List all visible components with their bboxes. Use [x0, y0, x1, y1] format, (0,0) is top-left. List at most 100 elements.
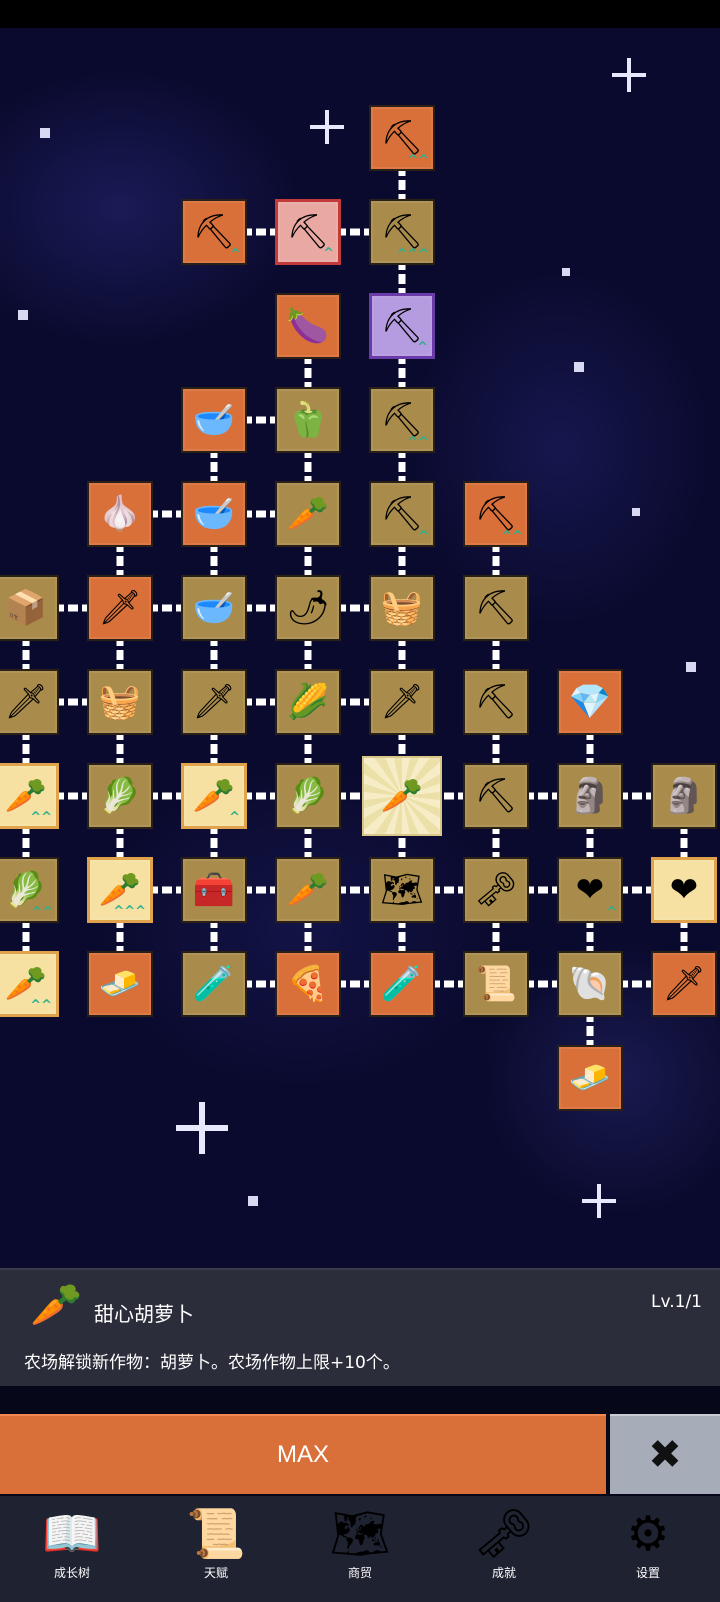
- skill-node[interactable]: ⛏ ^^^: [369, 199, 435, 265]
- skill-node[interactable]: ⛏ ^: [369, 481, 435, 547]
- skill-node[interactable]: 🥕: [362, 756, 442, 836]
- skill-node[interactable]: 🥬: [87, 763, 153, 829]
- skill-node[interactable]: 🥣: [181, 575, 247, 641]
- carrot-icon: 🥕: [192, 776, 236, 816]
- crate-icon: 📦: [4, 588, 48, 628]
- upgrade-marker: ^: [230, 247, 241, 262]
- carrot-icon: 🥕: [380, 776, 424, 816]
- skill-node[interactable]: 🧪: [369, 951, 435, 1017]
- skill-node[interactable]: ⛏ ^: [369, 293, 435, 359]
- skill-name: 甜心胡萝卜: [94, 1302, 194, 1326]
- statue-icon: 🗿: [568, 776, 612, 816]
- skill-node[interactable]: ⛏ ^^: [369, 387, 435, 453]
- skill-node[interactable]: 🗿: [557, 763, 623, 829]
- potion-icon: 🧪: [192, 964, 236, 1004]
- heart-icon: ❤: [669, 870, 699, 910]
- skill-node[interactable]: ⛏ ^: [181, 199, 247, 265]
- scroll-icon: 📜: [186, 1506, 246, 1562]
- treasure-chest-icon: 🧰: [192, 870, 236, 910]
- skill-node[interactable]: 🫑: [275, 387, 341, 453]
- skill-node[interactable]: 🗿: [651, 763, 717, 829]
- skill-node[interactable]: 📜: [463, 951, 529, 1017]
- map-icon: 🗺: [380, 870, 424, 910]
- status-bar: [0, 0, 720, 28]
- bowl-icon: 🥣: [192, 588, 236, 628]
- max-button[interactable]: MAX: [0, 1414, 606, 1494]
- skill-node[interactable]: ⛏: [463, 575, 529, 641]
- key-icon: 🗝: [474, 870, 518, 910]
- carrot-icon: 🥕: [4, 964, 48, 1004]
- skill-node[interactable]: 🥕 ^^: [0, 951, 59, 1017]
- skill-node[interactable]: 🧺: [369, 575, 435, 641]
- nav-achievements[interactable]: 🗝 成就: [432, 1496, 576, 1602]
- skill-node[interactable]: ⛏ ^^: [369, 105, 435, 171]
- skill-node[interactable]: 🥕: [275, 481, 341, 547]
- skill-node[interactable]: 🧺: [87, 669, 153, 735]
- skill-node[interactable]: ❤: [651, 857, 717, 923]
- skill-node[interactable]: 🧄: [87, 481, 153, 547]
- carrot-icon: 🥕: [30, 1280, 83, 1329]
- skill-node[interactable]: 🗺: [369, 857, 435, 923]
- skill-node[interactable]: ⛏: [463, 669, 529, 735]
- skill-node[interactable]: 🍕: [275, 951, 341, 1017]
- skill-node[interactable]: ⛏: [463, 763, 529, 829]
- skill-node[interactable]: ⛏ ^^: [463, 481, 529, 547]
- cabbage-icon: 🥬: [4, 870, 48, 910]
- skill-node[interactable]: 🗡: [181, 669, 247, 735]
- map-icon: 🗺: [329, 1506, 391, 1562]
- skill-node[interactable]: 🗡: [369, 669, 435, 735]
- skill-node[interactable]: 🥕 ^: [181, 763, 247, 829]
- close-button[interactable]: ✖: [610, 1414, 720, 1494]
- skill-tree-area[interactable]: ⛏ ^^ ⛏ ^ ⛏ ^ ⛏ ^^^ 🍆 ⛏ ^ 🥣 🫑 ⛏ ^^ 🧄 🥣 🥕 ⛏ ^ ⛏ ^^ 📦 🗡 🥣 🌶 🧺 ⛏ 🗡 🧺 🗡 🌽 🗡 ⛏ 💎…: [0, 28, 720, 1268]
- skill-node[interactable]: 🥬 ^^: [0, 857, 59, 923]
- skill-node[interactable]: 🥬: [275, 763, 341, 829]
- heart-icon: ❤: [575, 870, 605, 910]
- nav-settings[interactable]: ⚙ 设置: [576, 1496, 720, 1602]
- skill-node[interactable]: 🐚: [557, 951, 623, 1017]
- pizza-icon: 🍕: [286, 964, 330, 1004]
- skill-node[interactable]: 🧪: [181, 951, 247, 1017]
- skill-node[interactable]: 🗝: [463, 857, 529, 923]
- parsnip-icon: 🥕: [286, 870, 330, 910]
- shovel-icon: ⛏: [380, 306, 424, 346]
- bowl-icon: 🥣: [192, 494, 236, 534]
- nav-growth-tree[interactable]: 📖 成长树: [0, 1496, 144, 1602]
- upgrade-marker: ^^: [31, 905, 53, 920]
- skill-node[interactable]: ❤ ^: [557, 857, 623, 923]
- skill-node[interactable]: 🗡: [87, 575, 153, 641]
- skill-node[interactable]: 🍆: [275, 293, 341, 359]
- upgrade-marker: ^^: [30, 810, 52, 825]
- skill-node[interactable]: 🥕 ^^^: [87, 857, 153, 923]
- skill-info-panel: 🥕 甜心胡萝卜 Lv.1/1 农场解锁新作物：胡萝卜。农场作物上限+10个。: [0, 1268, 720, 1386]
- skill-node[interactable]: 🥣: [181, 387, 247, 453]
- radish-icon: 🥕: [286, 494, 330, 534]
- upgrade-marker: ^: [606, 905, 617, 920]
- skill-node[interactable]: ⛏ ^: [275, 199, 341, 265]
- skill-node[interactable]: 📦: [0, 575, 59, 641]
- skill-node[interactable]: 🧰: [181, 857, 247, 923]
- skill-node[interactable]: 🗡: [651, 951, 717, 1017]
- skill-node[interactable]: 🥣: [181, 481, 247, 547]
- skill-node[interactable]: 🌽: [275, 669, 341, 735]
- chest-icon: 🧺: [380, 588, 424, 628]
- chili-icon: 🌶: [286, 588, 330, 628]
- skill-node[interactable]: 🧈: [87, 951, 153, 1017]
- cabbage-icon: 🥬: [286, 776, 330, 816]
- sword-icon: 🗡: [192, 682, 236, 722]
- upgrade-marker: ^^^: [113, 904, 146, 919]
- sword-icon: 🗡: [98, 588, 142, 628]
- skill-node[interactable]: 🗡: [0, 669, 59, 735]
- nav-label: 成就: [491, 1566, 516, 1580]
- dagger-icon: 🗡: [380, 682, 424, 722]
- pickaxe-icon: ⛏: [474, 588, 518, 628]
- skill-node[interactable]: 🧈: [557, 1045, 623, 1111]
- skill-node[interactable]: 🌶: [275, 575, 341, 641]
- nav-talent[interactable]: 📜 天赋: [144, 1496, 288, 1602]
- skill-node[interactable]: 🥕: [275, 857, 341, 923]
- shovel-icon: ⛏: [380, 118, 424, 158]
- skill-node[interactable]: 💎: [557, 669, 623, 735]
- fossil-icon: 🐚: [568, 964, 612, 1004]
- skill-node[interactable]: 🥕 ^^: [0, 763, 59, 829]
- nav-trade[interactable]: 🗺 商贸: [288, 1496, 432, 1602]
- skill-description: 农场解锁新作物：胡萝卜。农场作物上限+10个。: [24, 1353, 400, 1373]
